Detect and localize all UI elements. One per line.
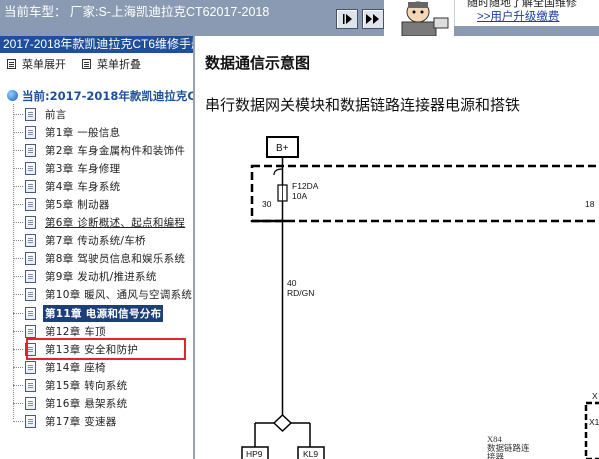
tree-item-chapter-2[interactable]: 第2章 车身金属构件和装饰件 [13,141,187,159]
dlc-name-label-2: 接器 [487,452,505,459]
tree-item-label: 第4章 车身系统 [45,180,121,193]
tree-item-label: 第11章 电源和信号分布 [43,304,164,322]
content-pane: 数据通信示意图 串行数据网关模块和数据链路连接器电源和搭铁 B+ F12DA 1… [197,36,599,459]
menu-toolbar: 菜单展开 菜单折叠 [0,53,193,73]
upgrade-panel: 随时随地了解全国维修 >>用户升级缴费 [454,0,599,26]
next-page-button[interactable] [336,9,358,29]
tree-item-label: 第13章 安全和防护 [45,343,139,356]
tree-item-label: 第9章 发动机/推进系统 [45,270,157,283]
ref-x-label: X [592,391,598,401]
tree-item-chapter-13[interactable]: 第13章 安全和防护 [13,340,140,358]
tree-item-chapter-5[interactable]: 第5章 制动器 [13,195,112,213]
tree-item-chapter-4[interactable]: 第4章 车身系统 [13,177,122,195]
document-icon [25,125,36,139]
mascot-image [384,0,454,36]
tree-item-label: 第5章 制动器 [45,198,110,211]
document-icon [25,342,36,356]
expand-menu-button[interactable]: 菜单展开 [7,56,66,72]
document-icon [25,360,36,374]
tree-item-chapter-8[interactable]: 第8章 驾驶员信息和娱乐系统 [13,249,187,267]
tree-item-label: 第14章 座椅 [45,361,106,374]
tree-item-chapter-1[interactable]: 第1章 一般信息 [13,123,122,141]
last-page-button[interactable] [362,9,384,29]
list-icon [82,59,91,69]
tree-item-chapter-7[interactable]: 第7章 传动系统/车桥 [13,231,148,249]
globe-icon [6,89,20,103]
page-subtitle: 串行数据网关模块和数据链路连接器电源和搭铁 [205,96,521,114]
tree-item-label: 第15章 转向系统 [45,379,128,392]
connector-kl9-label: KL9 [303,449,318,459]
tree-item-label: 第7章 传动系统/车桥 [45,234,146,247]
fuse-name-label: F12DA [292,181,319,191]
tree-item-chapter-14[interactable]: 第14章 座椅 [13,358,108,376]
tree-item-label: 第8章 驾驶员信息和娱乐系统 [45,252,186,265]
battery-source-label: B+ [276,143,289,154]
wiring-diagram: B+ F12DA 10A 30 18 40 RD/GN HP9 KL9 X84 … [241,136,599,459]
play-forward-icon [343,14,352,24]
current-vehicle-label: 当前车型： 厂家:S-上海凯迪拉克CT62017-2018 [4,5,270,19]
tree-item-chapter-3[interactable]: 第3章 车身修理 [13,159,122,177]
tree-item-chapter-12[interactable]: 第12章 车顶 [13,322,108,340]
dlc-outline [584,401,599,459]
wire-color-label: RD/GN [287,288,314,298]
tree-item-label: 第17章 变速器 [45,415,117,428]
fuse-rating-label: 10A [292,191,307,201]
document-icon [25,396,36,410]
wire-circuit-label: 40 [287,278,297,288]
connector-hp9-label: HP9 [246,449,263,459]
fuse-left-pin-label: 30 [262,199,272,209]
document-icon [25,233,36,247]
upgrade-payment-link[interactable]: >>用户升级缴费 [477,8,559,24]
document-icon [25,324,36,338]
ref-x1-label: X1 [589,417,599,427]
tree-item-chapter-6[interactable]: 第6章 诊断概述、起点和编程 [13,213,187,231]
tree-root[interactable]: 当前:2017-2018年款凯迪拉克CT6 [6,88,195,104]
document-icon [25,269,36,283]
list-icon [7,59,16,69]
chapter-sidebar: 2017-2018年款凯迪拉克CT6维修手册 菜单展开 菜单折叠 当前:2017… [0,36,195,459]
tree-item-label: 前言 [45,108,67,121]
document-icon [25,161,36,175]
tree-item-label: 第10章 暖风、通风与空调系统 [45,288,193,301]
tree-item-chapter-16[interactable]: 第16章 悬架系统 [13,394,129,412]
mechanic-mascot-icon [401,1,449,36]
manual-title: 2017-2018年款凯迪拉克CT6维修手册 [0,36,193,53]
tree-item-preface[interactable]: 前言 [13,105,69,123]
tree-item-label: 第3章 车身修理 [45,162,121,175]
tree-item-label: 第1章 一般信息 [45,126,121,139]
document-icon [25,378,36,392]
document-icon [25,306,36,320]
collapse-menu-button[interactable]: 菜单折叠 [82,56,141,72]
fuse-right-pin-label: 18 [585,199,595,209]
document-icon [25,287,36,301]
tree-item-chapter-10[interactable]: 第10章 暖风、通风与空调系统 [13,285,193,303]
document-icon [25,251,36,265]
expand-menu-label: 菜单展开 [22,58,66,71]
tree-item-chapter-9[interactable]: 第9章 发动机/推进系统 [13,267,159,285]
collapse-menu-label: 菜单折叠 [97,58,141,71]
splice-point [272,413,293,433]
tree-root-label: 当前:2017-2018年款凯迪拉克CT6 [22,89,195,103]
tree-item-chapter-17[interactable]: 第17章 变速器 [13,412,119,430]
document-icon [25,143,36,157]
document-icon [25,197,36,211]
tree-item-label: 第16章 悬架系统 [45,397,128,410]
tree-item-label: 第6章 诊断概述、起点和编程 [45,216,186,229]
page-title: 数据通信示意图 [205,54,311,72]
tree-item-chapter-11[interactable]: 第11章 电源和信号分布 [13,304,164,322]
tree-item-label: 第12章 车顶 [45,325,106,338]
document-icon [25,107,36,121]
document-icon [25,179,36,193]
tree-item-chapter-15[interactable]: 第15章 转向系统 [13,376,129,394]
fast-forward-icon [366,14,379,24]
top-header-bar: 当前车型： 厂家:S-上海凯迪拉克CT62017-2018 随时随地了解全国维修… [0,0,599,36]
document-icon [25,215,36,229]
document-icon [25,414,36,428]
tree-item-label: 第2章 车身金属构件和装饰件 [45,144,186,157]
